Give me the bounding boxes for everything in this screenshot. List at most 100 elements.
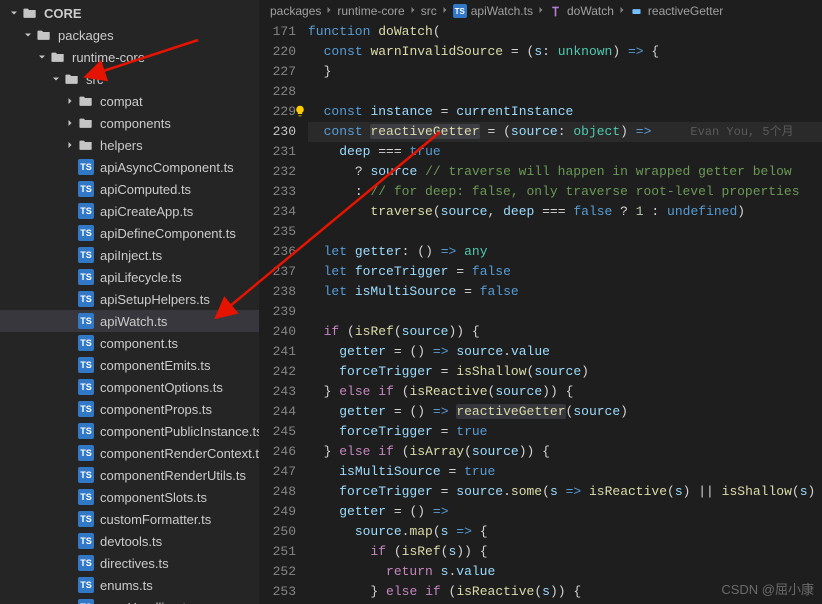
- file-apiWatch.ts[interactable]: TSapiWatch.ts: [0, 310, 259, 332]
- file-apiSetupHelpers.ts[interactable]: TSapiSetupHelpers.ts: [0, 288, 259, 310]
- code-line[interactable]: getter = () => source.value: [308, 342, 822, 362]
- breadcrumb-packages[interactable]: packages: [270, 4, 321, 18]
- folder-icon: [78, 115, 94, 131]
- breadcrumbs[interactable]: packages runtime-core src TSapiWatch.ts doWa…: [260, 0, 822, 22]
- chevron-right-icon: [62, 401, 78, 417]
- breadcrumb-reactiveGetter[interactable]: reactiveGetter: [630, 4, 723, 18]
- chevron-right-icon: [62, 159, 78, 175]
- chevron-right-icon: [62, 599, 78, 604]
- code-line[interactable]: let forceTrigger = false: [308, 262, 822, 282]
- chevron-down-icon[interactable]: [6, 5, 22, 21]
- code-line[interactable]: function doWatch(: [308, 22, 822, 42]
- code-line[interactable]: let isMultiSource = false: [308, 282, 822, 302]
- code-line[interactable]: isMultiSource = true: [308, 462, 822, 482]
- line-number: 251: [260, 542, 296, 562]
- code-line[interactable]: : // for deep: false, only traverse root…: [308, 182, 822, 202]
- file-apiComputed.ts[interactable]: TSapiComputed.ts: [0, 178, 259, 200]
- chevron-right-icon: [62, 533, 78, 549]
- file-componentEmits.ts[interactable]: TScomponentEmits.ts: [0, 354, 259, 376]
- code-line[interactable]: const warnInvalidSource = (s: unknown) =…: [308, 42, 822, 62]
- breadcrumb-doWatch[interactable]: doWatch: [549, 4, 614, 18]
- ts-file-icon: TS: [78, 203, 94, 219]
- file-apiCreateApp.ts[interactable]: TSapiCreateApp.ts: [0, 200, 259, 222]
- code-line[interactable]: const reactiveGetter = (source: object) …: [308, 122, 822, 142]
- ts-file-icon: TS: [78, 489, 94, 505]
- code-body[interactable]: function doWatch( const warnInvalidSourc…: [308, 22, 822, 604]
- file-apiLifecycle.ts[interactable]: TSapiLifecycle.ts: [0, 266, 259, 288]
- breadcrumb-runtime-core[interactable]: runtime-core: [337, 4, 404, 18]
- ts-file-icon: TS: [78, 577, 94, 593]
- code-line[interactable]: }: [308, 62, 822, 82]
- folder-helpers[interactable]: helpers: [0, 134, 259, 156]
- code-line[interactable]: forceTrigger = isShallow(source): [308, 362, 822, 382]
- folder-packages[interactable]: packages: [0, 24, 259, 46]
- file-componentPublicInstance.ts[interactable]: TScomponentPublicInstance.ts: [0, 420, 259, 442]
- folder-runtime-core[interactable]: runtime-core: [0, 46, 259, 68]
- code-line[interactable]: if (isRef(s)) {: [308, 542, 822, 562]
- code-line[interactable]: deep === true: [308, 142, 822, 162]
- code-line[interactable]: let getter: () => any: [308, 242, 822, 262]
- chevron-down-icon[interactable]: [48, 71, 64, 87]
- code-line[interactable]: traverse(source, deep === false ? 1 : un…: [308, 202, 822, 222]
- code-line[interactable]: forceTrigger = source.some(s => isReacti…: [308, 482, 822, 502]
- line-number: 242: [260, 362, 296, 382]
- line-number: 238: [260, 282, 296, 302]
- code-line[interactable]: getter = () =>: [308, 502, 822, 522]
- file-componentSlots.ts[interactable]: TScomponentSlots.ts: [0, 486, 259, 508]
- code-line[interactable]: } else if (isReactive(source)) {: [308, 382, 822, 402]
- code-line[interactable]: ? source // traverse will happen in wrap…: [308, 162, 822, 182]
- tree-label: apiAsyncComponent.ts: [100, 160, 234, 175]
- chevron-right-icon: [62, 247, 78, 263]
- tree-label: errorHandling.ts: [100, 600, 193, 604]
- file-devtools.ts[interactable]: TSdevtools.ts: [0, 530, 259, 552]
- file-explorer[interactable]: COREpackagesruntime-coresrc compat compone…: [0, 0, 260, 604]
- code-line[interactable]: [308, 82, 822, 102]
- breadcrumb-src[interactable]: src: [421, 4, 437, 18]
- file-component.ts[interactable]: TScomponent.ts: [0, 332, 259, 354]
- chevron-right-icon[interactable]: [62, 115, 78, 131]
- line-number: 233: [260, 182, 296, 202]
- code-editor[interactable]: 1712202272282292302312322332342352362372…: [260, 22, 822, 604]
- breadcrumb-apiWatch.ts[interactable]: TSapiWatch.ts: [453, 4, 533, 18]
- folder-icon: [78, 137, 94, 153]
- code-line[interactable]: getter = () => reactiveGetter(source): [308, 402, 822, 422]
- file-componentProps.ts[interactable]: TScomponentProps.ts: [0, 398, 259, 420]
- file-enums.ts[interactable]: TSenums.ts: [0, 574, 259, 596]
- file-componentOptions.ts[interactable]: TScomponentOptions.ts: [0, 376, 259, 398]
- file-apiInject.ts[interactable]: TSapiInject.ts: [0, 244, 259, 266]
- file-errorHandling.ts[interactable]: TSerrorHandling.ts: [0, 596, 259, 604]
- code-line[interactable]: } else if (isArray(source)) {: [308, 442, 822, 462]
- code-line[interactable]: [308, 222, 822, 242]
- breadcrumb-label: packages: [270, 4, 321, 18]
- chevron-down-icon[interactable]: [20, 27, 36, 43]
- file-componentRenderUtils.ts[interactable]: TScomponentRenderUtils.ts: [0, 464, 259, 486]
- chevron-right-icon[interactable]: [62, 93, 78, 109]
- folder-src[interactable]: src: [0, 68, 259, 90]
- ts-file-icon: TS: [78, 401, 94, 417]
- tree-label: apiDefineComponent.ts: [100, 226, 236, 241]
- chevron-down-icon[interactable]: [34, 49, 50, 65]
- code-line[interactable]: forceTrigger = true: [308, 422, 822, 442]
- chevron-right-icon: [62, 203, 78, 219]
- lightbulb-icon[interactable]: [294, 104, 306, 116]
- folder-icon: [36, 27, 52, 43]
- file-apiAsyncComponent.ts[interactable]: TSapiAsyncComponent.ts: [0, 156, 259, 178]
- chevron-right-icon: [62, 181, 78, 197]
- tree-label: compat: [100, 94, 143, 109]
- tree-label: components: [100, 116, 171, 131]
- file-directives.ts[interactable]: TSdirectives.ts: [0, 552, 259, 574]
- folder-core[interactable]: CORE: [0, 2, 259, 24]
- ts-file-icon: TS: [78, 225, 94, 241]
- file-apiDefineComponent.ts[interactable]: TS apiDefineComponent.ts: [0, 222, 259, 244]
- code-line[interactable]: source.map(s => {: [308, 522, 822, 542]
- folder-compat[interactable]: compat: [0, 90, 259, 112]
- file-customFormatter.ts[interactable]: TScustomFormatter.ts: [0, 508, 259, 530]
- code-line[interactable]: [308, 302, 822, 322]
- ts-file-icon: TS: [78, 181, 94, 197]
- code-line[interactable]: const instance = currentInstance: [308, 102, 822, 122]
- line-number: 253: [260, 582, 296, 602]
- folder-components[interactable]: components: [0, 112, 259, 134]
- file-componentRenderContext.ts[interactable]: TScomponentRenderContext.ts: [0, 442, 259, 464]
- code-line[interactable]: if (isRef(source)) {: [308, 322, 822, 342]
- chevron-right-icon[interactable]: [62, 137, 78, 153]
